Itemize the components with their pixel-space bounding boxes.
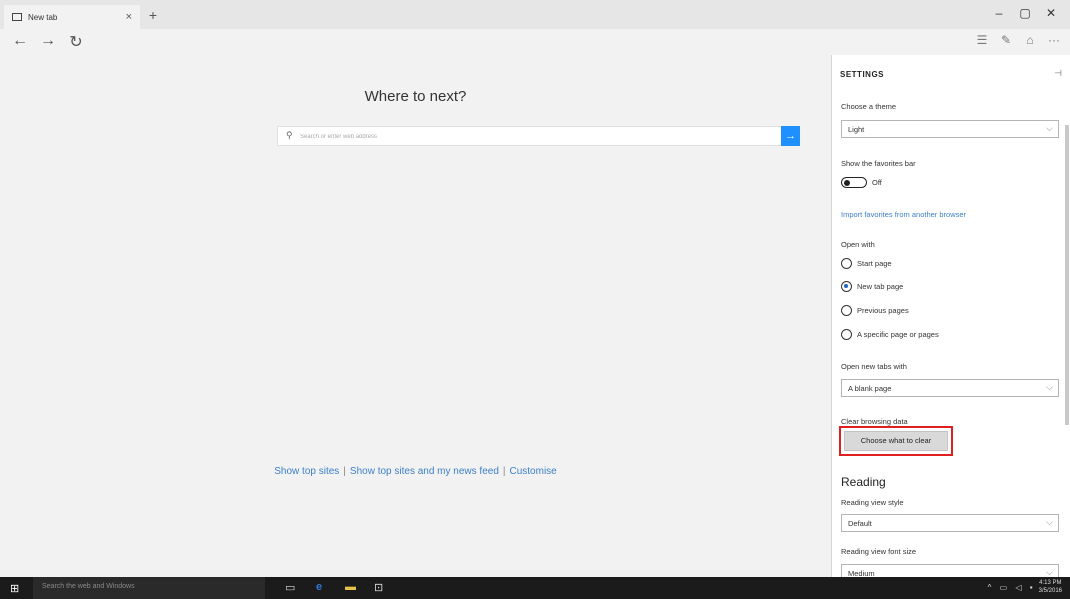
volume-icon[interactable]: ◁ bbox=[1015, 583, 1021, 592]
new-tabs-select[interactable]: A blank page ⌵ bbox=[841, 379, 1059, 397]
theme-label: Choose a theme bbox=[841, 102, 897, 111]
toggle-knob bbox=[844, 179, 850, 186]
hub-icon[interactable]: ☰ bbox=[970, 33, 994, 47]
chevron-down-icon: ⌵ bbox=[1046, 382, 1053, 392]
new-tab-page: Where to next? ⚲ → Show top sites|Show t… bbox=[0, 55, 831, 577]
refresh-icon[interactable]: ↻ bbox=[66, 32, 86, 52]
notifications-icon[interactable]: ▪ bbox=[1030, 583, 1033, 592]
reading-font-value: Medium bbox=[848, 569, 875, 577]
clock[interactable]: 4:13 PM 3/5/2016 bbox=[1039, 579, 1062, 595]
taskbar: ⊞ Search the web and Windows ▭ e ▬ ⊡ ^ ▭… bbox=[0, 577, 1070, 599]
back-icon[interactable]: ← bbox=[10, 32, 30, 50]
favorites-bar-state: Off bbox=[872, 178, 882, 187]
radio-button-selected bbox=[841, 281, 852, 292]
tray-icons: ^ ▭ ◁ ▪ bbox=[988, 583, 1039, 592]
tab-new-tab[interactable]: New tab × bbox=[4, 5, 140, 29]
reading-style-value: Default bbox=[848, 519, 872, 528]
settings-title: SETTINGS bbox=[840, 70, 885, 79]
clock-date: 3/5/2016 bbox=[1038, 588, 1062, 594]
show-top-sites-and-news-link[interactable]: Show top sites and my news feed bbox=[350, 466, 499, 477]
forward-icon[interactable]: → bbox=[38, 32, 58, 50]
highlight-box: Choose what to clear bbox=[839, 426, 953, 456]
windows-start-icon[interactable]: ⊞ bbox=[10, 582, 19, 595]
theme-select-value: Light bbox=[848, 125, 865, 134]
clear-data-label: Clear browsing data bbox=[841, 417, 908, 426]
open-with-label: Open with bbox=[841, 240, 875, 249]
task-view-icon[interactable]: ▭ bbox=[285, 581, 295, 594]
reading-font-label: Reading view font size bbox=[841, 547, 917, 556]
share-icon[interactable]: ⌂ bbox=[1018, 33, 1042, 47]
web-note-icon[interactable]: ✎ bbox=[994, 33, 1018, 47]
title-bar: New tab × + – ▢ ✕ bbox=[0, 0, 1070, 29]
radio-button bbox=[841, 305, 852, 316]
open-with-specific-page[interactable]: A specific page or pages bbox=[841, 329, 939, 340]
more-icon[interactable]: ··· bbox=[1042, 33, 1066, 47]
open-with-new-tab-page[interactable]: New tab page bbox=[841, 281, 903, 292]
browser-toolbar: ☰ ✎ ⌂ ··· bbox=[970, 33, 1066, 47]
link-separator: | bbox=[343, 466, 346, 477]
choose-what-to-clear-button[interactable]: Choose what to clear bbox=[844, 431, 948, 451]
radio-label: Start page bbox=[857, 259, 892, 268]
settings-panel: SETTINGS ⊣ Choose a theme Light ⌵ Show t… bbox=[831, 55, 1070, 577]
show-top-sites-link[interactable]: Show top sites bbox=[274, 466, 339, 477]
minimize-button[interactable]: – bbox=[986, 6, 1012, 20]
maximize-button[interactable]: ▢ bbox=[1012, 6, 1038, 20]
store-icon[interactable]: ⊡ bbox=[374, 581, 383, 594]
chevron-down-icon: ⌵ bbox=[1046, 567, 1053, 577]
open-with-previous-pages[interactable]: Previous pages bbox=[841, 305, 909, 316]
theme-select[interactable]: Light ⌵ bbox=[841, 120, 1059, 138]
file-explorer-icon[interactable]: ▬ bbox=[345, 581, 356, 593]
taskbar-search-placeholder: Search the web and Windows bbox=[42, 583, 135, 590]
window-controls: – ▢ ✕ bbox=[986, 6, 1064, 20]
tab-title: New tab bbox=[28, 12, 58, 22]
radio-button bbox=[841, 329, 852, 340]
customise-link[interactable]: Customise bbox=[510, 466, 557, 477]
favorites-bar-label: Show the favorites bar bbox=[841, 159, 916, 168]
tab-close-icon[interactable]: × bbox=[126, 11, 132, 23]
address-search-input[interactable] bbox=[300, 129, 770, 144]
pin-icon[interactable]: ⊣ bbox=[1054, 68, 1062, 79]
search-box: ⚲ → bbox=[277, 126, 800, 146]
open-with-start-page[interactable]: Start page bbox=[841, 258, 892, 269]
favorites-bar-toggle[interactable] bbox=[841, 177, 867, 188]
chevron-up-icon[interactable]: ^ bbox=[988, 583, 992, 592]
new-tabs-label: Open new tabs with bbox=[841, 362, 907, 371]
clock-time: 4:13 PM bbox=[1039, 580, 1062, 586]
page-heading: Where to next? bbox=[364, 88, 467, 105]
search-icon: ⚲ bbox=[286, 130, 293, 140]
close-window-button[interactable]: ✕ bbox=[1038, 6, 1064, 20]
settings-scrollbar[interactable] bbox=[1065, 125, 1069, 425]
edge-browser-icon[interactable]: e bbox=[316, 581, 322, 593]
radio-button bbox=[841, 258, 852, 269]
radio-label: Previous pages bbox=[857, 306, 909, 315]
reading-style-label: Reading view style bbox=[841, 498, 904, 507]
reading-heading: Reading bbox=[841, 475, 886, 489]
reading-style-select[interactable]: Default ⌵ bbox=[841, 514, 1059, 532]
navigation-bar: ← → ↻ ☰ ✎ ⌂ ··· bbox=[0, 29, 1070, 55]
reading-font-select[interactable]: Medium ⌵ bbox=[841, 564, 1059, 577]
new-tab-button[interactable]: + bbox=[146, 7, 160, 23]
radio-label: A specific page or pages bbox=[857, 330, 939, 339]
feed-options: Show top sites | Show top sites and my new… bbox=[0, 466, 831, 477]
new-tabs-select-value: A blank page bbox=[848, 384, 892, 393]
link-separator: | bbox=[502, 466, 506, 477]
search-go-button[interactable]: → bbox=[781, 126, 800, 146]
system-tray: ^ ▭ ◁ ▪ 4:13 PM 3/5/2016 bbox=[988, 579, 1062, 595]
chevron-down-icon: ⌵ bbox=[1046, 123, 1053, 133]
radio-label: New tab page bbox=[857, 282, 904, 291]
chevron-down-icon: ⌵ bbox=[1046, 517, 1053, 527]
import-favorites-link[interactable]: Import favorites from another browser bbox=[841, 210, 966, 219]
network-icon[interactable]: ▭ bbox=[1000, 583, 1008, 592]
tab-page-icon bbox=[12, 13, 22, 21]
taskbar-search[interactable]: Search the web and Windows bbox=[33, 577, 265, 599]
